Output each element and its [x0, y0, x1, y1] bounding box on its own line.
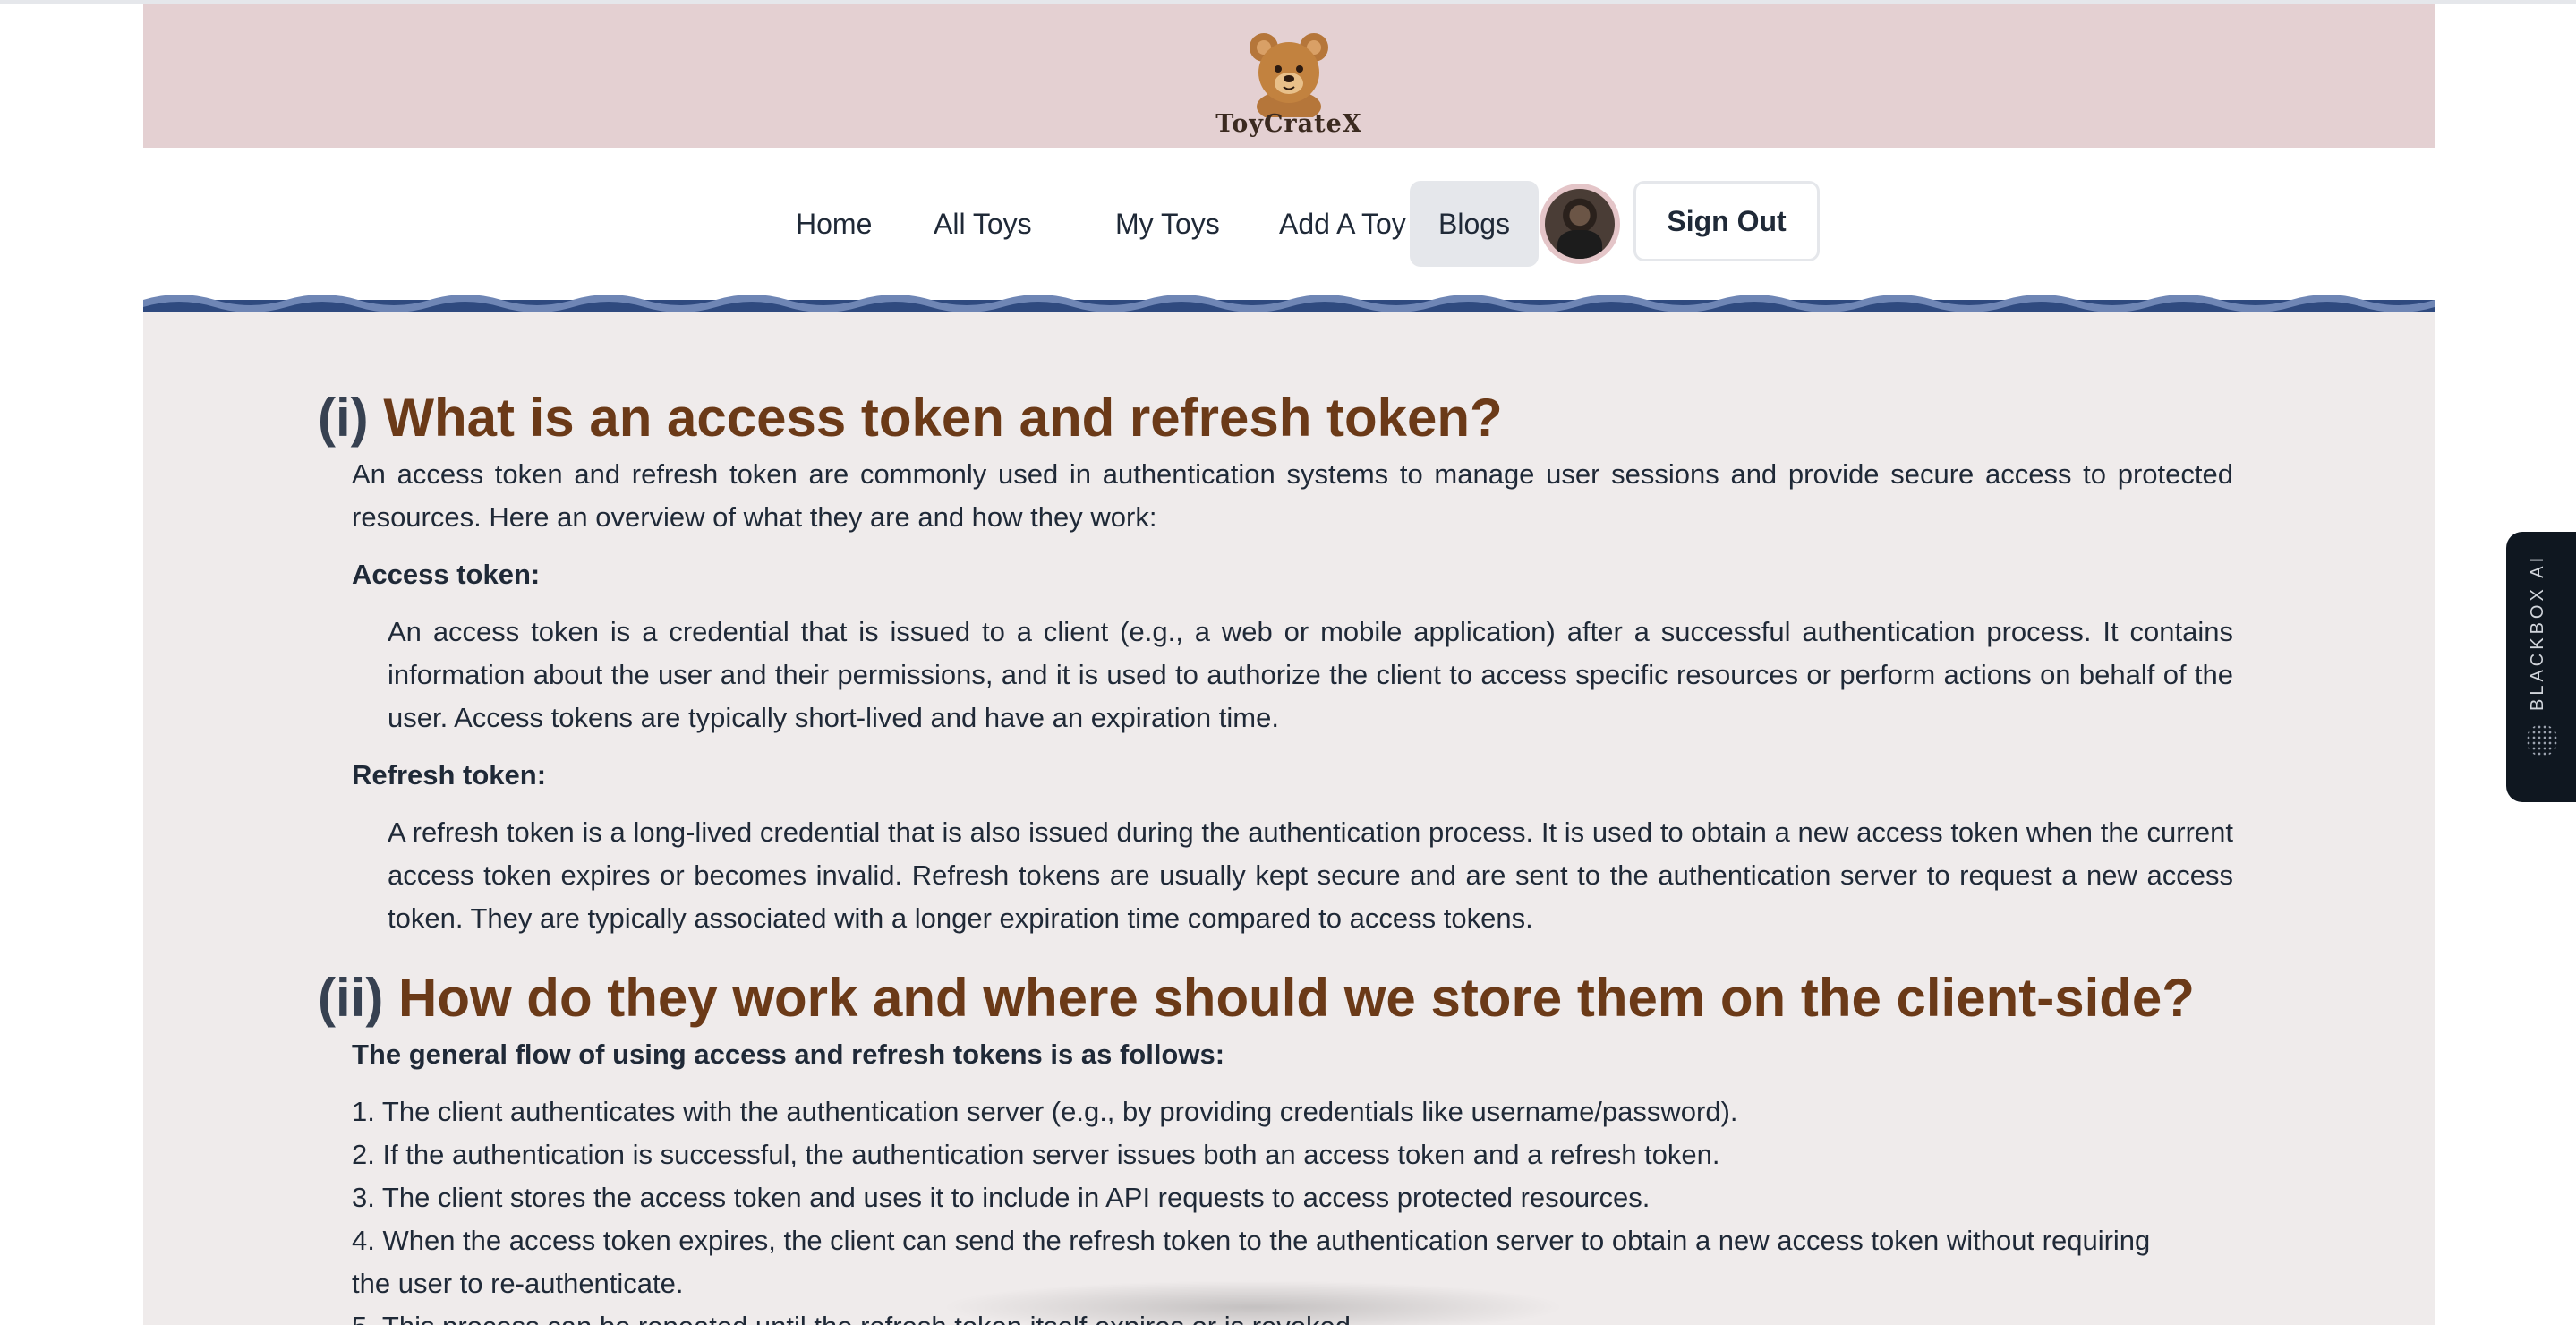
brand-logo[interactable]: ToyCrateX	[1213, 28, 1365, 144]
page-container: ToyCrateX Home All Toys My Toys Add A To…	[143, 4, 2435, 1325]
section-1-heading: (i) What is an access token and refresh …	[318, 383, 2233, 453]
blog-section-1: (i) What is an access token and refresh …	[318, 383, 2233, 940]
access-token-heading: Access token:	[352, 559, 541, 590]
flow-step: 3. The client stores the access token an…	[352, 1182, 1651, 1213]
avatar-image	[1545, 189, 1615, 259]
blog-section-2: (ii) How do they work and where should w…	[318, 963, 2233, 1325]
section-1-intro: An access token and refresh token are co…	[352, 458, 2233, 533]
refresh-token-heading: Refresh token:	[352, 759, 547, 791]
sign-out-button[interactable]: Sign Out	[1633, 181, 1820, 261]
teddy-bear-icon	[1250, 33, 1328, 117]
site-header: ToyCrateX	[143, 4, 2435, 148]
nav-blogs[interactable]: Blogs	[1410, 181, 1540, 267]
nav-add-a-toy[interactable]: Add A Toy	[1250, 181, 1435, 267]
blackbox-logo-icon	[2526, 724, 2558, 757]
nav-my-toys[interactable]: My Toys	[1087, 181, 1249, 267]
blackbox-ai-widget[interactable]: BLACKBOX AI	[2506, 532, 2576, 802]
nav-home[interactable]: Home	[767, 181, 900, 267]
section-2-heading: (ii) How do they work and where should w…	[318, 963, 2233, 1033]
flow-heading: The general flow of using access and ref…	[352, 1039, 1225, 1070]
refresh-token-body: A refresh token is a long-lived credenti…	[388, 816, 2233, 934]
section-2-number: (ii)	[318, 968, 384, 1028]
section-1-title: What is an access token and refresh toke…	[383, 388, 1503, 448]
blog-content: (i) What is an access token and refresh …	[143, 312, 2435, 1325]
brand-name: ToyCrateX	[1215, 110, 1362, 138]
blackbox-ai-label: BLACKBOX AI	[2528, 553, 2547, 711]
flow-step: 2. If the authentication is successful, …	[352, 1139, 1720, 1170]
main-nav: Home All Toys My Toys Add A Toy Blogs Si…	[143, 148, 2435, 295]
nav-all-toys[interactable]: All Toys	[905, 181, 1061, 267]
access-token-body: An access token is a credential that is …	[388, 616, 2233, 733]
section-1-number: (i)	[318, 388, 369, 448]
user-avatar[interactable]	[1540, 184, 1620, 264]
bottom-shadow	[940, 1280, 1566, 1325]
section-2-title: How do they work and where should we sto…	[397, 968, 2195, 1028]
flow-step: 1. The client authenticates with the aut…	[352, 1096, 1738, 1127]
